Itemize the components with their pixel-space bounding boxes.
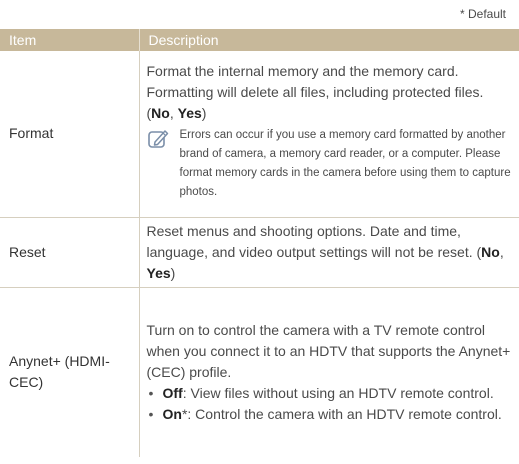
column-header-item: Item — [0, 29, 139, 51]
reset-description: Reset menus and shooting options. Date a… — [146, 222, 504, 281]
option-on: On*: Control the camera with an HDTV rem… — [147, 404, 514, 425]
format-note: Errors can occur if you use a memory car… — [147, 126, 514, 202]
default-note: * Default — [459, 7, 506, 21]
pencil-note-icon — [147, 126, 173, 202]
option-off: Off: View files without using an HDTV re… — [147, 383, 514, 404]
item-format: Format — [0, 51, 139, 218]
anynet-options: Off: View files without using an HDTV re… — [147, 383, 514, 425]
table-header-row: Item Description — [0, 29, 519, 51]
options-table: Item Description Format Format the inter… — [0, 29, 519, 457]
table-row: Format Format the internal memory and th… — [0, 51, 519, 218]
description-anynet: Turn on to control the camera with a TV … — [138, 287, 519, 457]
table-row: Anynet+ (HDMI-CEC) Turn on to control th… — [0, 287, 519, 457]
item-anynet: Anynet+ (HDMI-CEC) — [9, 353, 110, 391]
column-header-description: Description — [138, 29, 519, 51]
description-reset: Reset menus and shooting options. Date a… — [138, 217, 519, 288]
description-format: Format the internal memory and the memor… — [138, 51, 519, 218]
anynet-description: Turn on to control the camera with a TV … — [146, 321, 511, 380]
table-row: Reset Reset menus and shooting options. … — [0, 217, 519, 288]
note-text: Errors can occur if you use a memory car… — [179, 129, 511, 199]
item-reset: Reset — [0, 217, 139, 288]
format-description: Format the internal memory and the memor… — [146, 63, 484, 122]
